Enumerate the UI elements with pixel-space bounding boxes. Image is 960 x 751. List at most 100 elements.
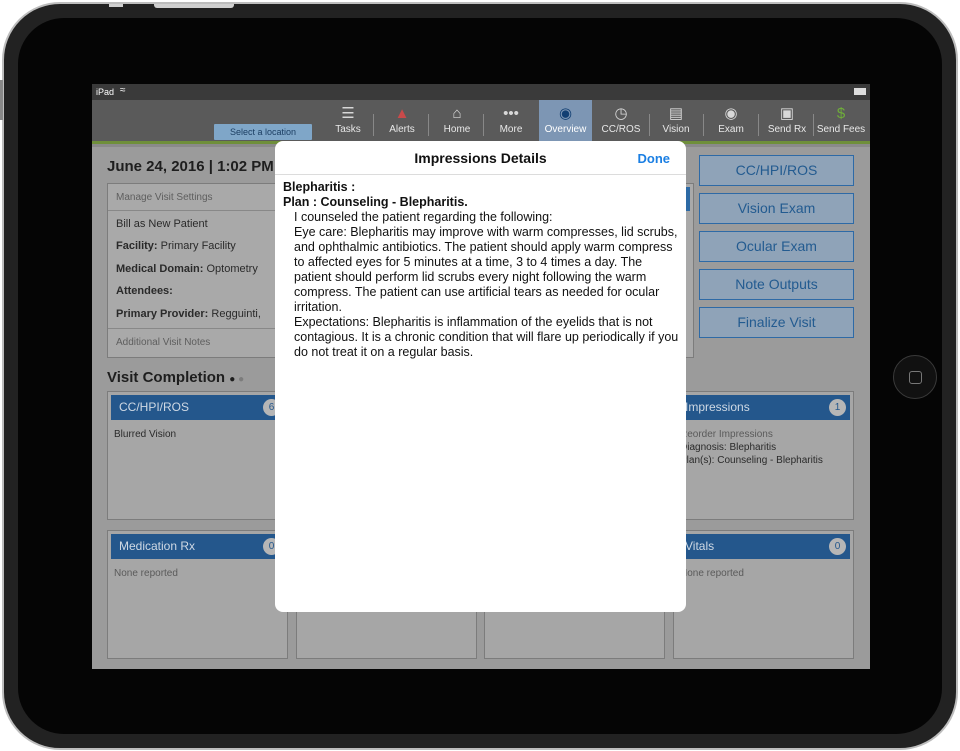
nav-exam[interactable]: ◉ Exam	[709, 100, 753, 144]
nav-divider	[483, 114, 484, 136]
page-dots: ● ●	[229, 374, 245, 385]
send-rx-icon: ▣	[779, 105, 795, 122]
nav-cc-ros[interactable]: ◷ CC/ROS	[596, 100, 646, 144]
plan-line: Plan(s): Counseling - Blepharitis	[680, 455, 823, 466]
tasks-icon: ☰	[341, 105, 355, 122]
card-title: Impressions	[685, 400, 750, 414]
modal-body: Blepharitis : Plan : Counseling - Blepha…	[283, 180, 679, 360]
finalize-visit-button[interactable]: Finalize Visit	[699, 307, 854, 338]
card-title: Vitals	[685, 539, 715, 553]
card-body: None reported	[114, 568, 178, 579]
battery-icon	[854, 88, 866, 95]
bill-as-new-patient[interactable]: Bill as New Patient	[116, 218, 208, 230]
home-button[interactable]	[893, 355, 937, 399]
nav-home[interactable]: ⌂ Home	[435, 100, 479, 144]
card-header: CC/HPI/ROS 6	[111, 395, 284, 420]
card-header: Impressions 1	[677, 395, 850, 420]
impressions-card[interactable]: Impressions 1 Reorder Impressions Diagnos…	[673, 391, 854, 520]
medication-rx-card[interactable]: Medication Rx 0 None reported	[107, 530, 288, 659]
nav-overview-label: Overview	[544, 124, 587, 135]
visit-settings-panel: Manage Visit Settings Bill as New Patien…	[107, 183, 288, 358]
nav-divider	[703, 114, 704, 136]
medical-domain-value: Optometry	[206, 263, 258, 275]
top-navigation: Select a location ☰ Tasks ▲ Alerts ⌂ Hom…	[92, 100, 870, 144]
status-bar: iPad ≈	[92, 84, 870, 100]
cc-hpi-ros-button[interactable]: CC/HPI/ROS	[699, 155, 854, 186]
ocular-exam-button[interactable]: Ocular Exam	[699, 231, 854, 262]
nav-alerts-label: Alerts	[389, 124, 415, 135]
counsel-intro: I counseled the patient regarding the fo…	[294, 210, 553, 224]
facility-label: Facility:	[116, 240, 158, 252]
person-icon: ◉	[558, 105, 573, 122]
manage-visit-settings[interactable]: Manage Visit Settings	[116, 192, 213, 203]
visit-completion-label: Visit Completion	[107, 369, 226, 386]
note-outputs-button[interactable]: Note Outputs	[699, 269, 854, 300]
card-body: Blurred Vision	[114, 429, 177, 440]
nav-send-fees-label: Send Fees	[816, 124, 866, 135]
more-icon: •••	[503, 105, 519, 122]
card-header: Vitals 0	[677, 534, 850, 559]
vision-exam-button[interactable]: Vision Exam	[699, 193, 854, 224]
home-square-icon	[909, 371, 922, 384]
medical-domain-row[interactable]: Medical Domain: Optometry	[116, 263, 258, 275]
nav-send-rx-label: Send Rx	[767, 124, 807, 135]
primary-provider-value: Regguinti,	[211, 308, 261, 320]
nav-divider	[758, 114, 759, 136]
card-body: Reorder Impressions Diagnosis: Blepharit…	[680, 428, 823, 467]
expectations-text: Expectations: Blepharitis is inflammatio…	[294, 315, 679, 359]
nav-vision-label: Vision	[662, 124, 690, 135]
card-title: CC/HPI/ROS	[119, 400, 190, 414]
mute-switch	[109, 4, 123, 7]
facility-row[interactable]: Facility: Primary Facility	[116, 240, 236, 252]
nav-more[interactable]: ••• More	[490, 100, 532, 144]
diagnosis-line: Diagnosis: Blepharitis	[680, 442, 777, 453]
impressions-details-modal: Impressions Details Done Blepharitis : P…	[275, 141, 686, 612]
nav-home-label: Home	[443, 124, 471, 135]
primary-provider-label: Primary Provider:	[116, 308, 209, 320]
nav-more-label: More	[499, 124, 523, 135]
visit-date: June 24, 2016 | 1:02 PM	[107, 158, 274, 175]
megaphone-icon: ▲	[394, 105, 410, 122]
nav-divider	[649, 114, 650, 136]
volume-button	[0, 80, 3, 120]
reorder-impressions[interactable]: Reorder Impressions	[680, 428, 823, 441]
card-badge: 0	[829, 538, 846, 555]
document-icon: ▤	[668, 105, 684, 122]
nav-exam-label: Exam	[718, 124, 744, 135]
nav-divider	[428, 114, 429, 136]
card-title: Medication Rx	[119, 539, 196, 553]
modal-divider	[275, 174, 686, 175]
card-header: Medication Rx 0	[111, 534, 284, 559]
attendees-label: Attendees:	[116, 285, 173, 297]
nav-tasks[interactable]: ☰ Tasks	[328, 100, 368, 144]
nav-vision[interactable]: ▤ Vision	[654, 100, 698, 144]
select-location-button[interactable]: Select a location	[214, 124, 312, 140]
plan-heading: Plan : Counseling - Blepharitis.	[283, 195, 468, 209]
nav-send-rx[interactable]: ▣ Send Rx	[762, 100, 812, 144]
vitals-card[interactable]: Vitals 0 None reported	[673, 530, 854, 659]
wifi-icon: ≈	[120, 85, 126, 96]
primary-provider-row[interactable]: Primary Provider: Regguinti,	[116, 308, 261, 320]
nav-overview[interactable]: ◉ Overview	[539, 100, 592, 144]
additional-visit-notes[interactable]: Additional Visit Notes	[116, 337, 210, 348]
cc-hpi-ros-card[interactable]: CC/HPI/ROS 6 Blurred Vision	[107, 391, 288, 520]
dollar-doc-icon: $	[836, 105, 846, 122]
clock-icon: ◷	[614, 105, 628, 122]
nav-tasks-label: Tasks	[335, 124, 361, 135]
visit-completion-title: Visit Completion ● ●	[107, 369, 244, 386]
divider	[108, 210, 288, 211]
home-icon: ⌂	[452, 105, 462, 122]
eye-icon: ◉	[724, 105, 738, 122]
nav-send-fees[interactable]: $ Send Fees	[814, 100, 868, 144]
power-button	[154, 4, 234, 8]
diagnosis-heading: Blepharitis :	[283, 180, 356, 194]
nav-divider	[373, 114, 374, 136]
nav-cc-ros-label: CC/ROS	[601, 124, 641, 135]
medical-domain-label: Medical Domain:	[116, 263, 204, 275]
divider	[108, 328, 288, 329]
carrier-label: iPad	[96, 87, 115, 97]
done-button[interactable]: Done	[638, 151, 671, 166]
nav-alerts[interactable]: ▲ Alerts	[380, 100, 424, 144]
eye-care-text: Eye care: Blepharitis may improve with w…	[294, 225, 678, 314]
attendees-row[interactable]: Attendees:	[116, 285, 173, 297]
